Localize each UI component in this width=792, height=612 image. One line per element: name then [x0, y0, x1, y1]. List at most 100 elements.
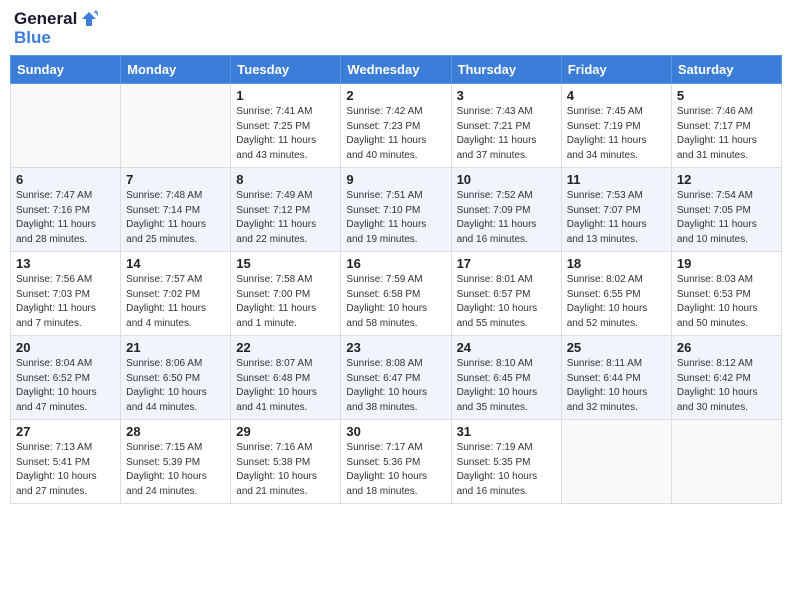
calendar-cell: 27 Sunrise: 7:13 AM Sunset: 5:41 PM Dayli… — [11, 420, 121, 504]
weekday-header-sunday: Sunday — [11, 56, 121, 84]
day-number: 12 — [677, 172, 776, 187]
calendar-cell: 3Sunrise: 7:43 AM Sunset: 7:21 PM Daylig… — [451, 84, 561, 168]
calendar-cell: 2 Sunrise: 7:42 AM Sunset: 7:23 PM Daylig… — [341, 84, 451, 168]
day-number: 10 — [457, 172, 556, 187]
calendar-cell: 22 Sunrise: 8:07 AM Sunset: 6:48 PM Dayli… — [231, 336, 341, 420]
calendar-cell: 19 Sunrise: 8:03 AM Sunset: 6:53 PM Dayli… — [671, 252, 781, 336]
calendar-cell: 9 Sunrise: 7:51 AM Sunset: 7:10 PM Daylig… — [341, 168, 451, 252]
logo-wordmark: General Blue — [14, 10, 98, 47]
day-number: 1 — [236, 88, 335, 103]
calendar-cell: 7 Sunrise: 7:48 AM Sunset: 7:14 PM Daylig… — [121, 168, 231, 252]
calendar-cell: 30 Sunrise: 7:17 AM Sunset: 5:36 PM Dayli… — [341, 420, 451, 504]
day-info: Sunrise: 7:51 AM Sunset: 7:10 PM Dayligh… — [346, 189, 445, 247]
day-info: Sunrise: 8:10 AM Sunset: 6:45 PM Dayligh… — [457, 357, 556, 415]
day-number: 15 — [236, 256, 335, 271]
day-info: Sunrise: 7:16 AM Sunset: 5:38 PM Dayligh… — [236, 441, 335, 499]
calendar-cell — [561, 420, 671, 504]
calendar-cell: 13 Sunrise: 7:56 AM Sunset: 7:03 PM Dayli… — [11, 252, 121, 336]
day-number: 6 — [16, 172, 115, 187]
calendar-week-row: 6 Sunrise: 7:47 AM Sunset: 7:16 PM Daylig… — [11, 168, 782, 252]
calendar-cell — [121, 84, 231, 168]
calendar-cell: 1Sunrise: 7:41 AM Sunset: 7:25 PM Daylig… — [231, 84, 341, 168]
day-number: 30 — [346, 424, 445, 439]
calendar-cell: 12 Sunrise: 7:54 AM Sunset: 7:05 PM Dayli… — [671, 168, 781, 252]
day-info: Sunrise: 7:19 AM Sunset: 5:35 PM Dayligh… — [457, 441, 556, 499]
calendar-cell: 8 Sunrise: 7:49 AM Sunset: 7:12 PM Daylig… — [231, 168, 341, 252]
calendar-cell: 14 Sunrise: 7:57 AM Sunset: 7:02 PM Dayli… — [121, 252, 231, 336]
day-info: Sunrise: 7:48 AM Sunset: 7:14 PM Dayligh… — [126, 189, 225, 247]
logo: General Blue — [14, 10, 98, 47]
calendar-cell: 25Sunrise: 8:11 AM Sunset: 6:44 PM Dayli… — [561, 336, 671, 420]
day-info: Sunrise: 7:56 AM Sunset: 7:03 PM Dayligh… — [16, 273, 115, 331]
weekday-header-saturday: Saturday — [671, 56, 781, 84]
day-info: Sunrise: 7:13 AM Sunset: 5:41 PM Dayligh… — [16, 441, 115, 499]
day-info: Sunrise: 7:57 AM Sunset: 7:02 PM Dayligh… — [126, 273, 225, 331]
logo-blue: Blue — [14, 29, 98, 48]
day-number: 9 — [346, 172, 445, 187]
calendar-week-row: 27 Sunrise: 7:13 AM Sunset: 5:41 PM Dayli… — [11, 420, 782, 504]
day-number: 11 — [567, 172, 666, 187]
day-number: 5 — [677, 88, 776, 103]
day-number: 18 — [567, 256, 666, 271]
day-info: Sunrise: 7:58 AM Sunset: 7:00 PM Dayligh… — [236, 273, 335, 331]
calendar-week-row: 20 Sunrise: 8:04 AM Sunset: 6:52 PM Dayli… — [11, 336, 782, 420]
day-info: Sunrise: 7:15 AM Sunset: 5:39 PM Dayligh… — [126, 441, 225, 499]
calendar-cell: 17Sunrise: 8:01 AM Sunset: 6:57 PM Dayli… — [451, 252, 561, 336]
weekday-header-friday: Friday — [561, 56, 671, 84]
day-info: Sunrise: 7:49 AM Sunset: 7:12 PM Dayligh… — [236, 189, 335, 247]
day-info: Sunrise: 7:47 AM Sunset: 7:16 PM Dayligh… — [16, 189, 115, 247]
day-number: 19 — [677, 256, 776, 271]
day-number: 16 — [346, 256, 445, 271]
calendar-cell — [671, 420, 781, 504]
calendar-cell: 29 Sunrise: 7:16 AM Sunset: 5:38 PM Dayli… — [231, 420, 341, 504]
calendar-cell: 31Sunrise: 7:19 AM Sunset: 5:35 PM Dayli… — [451, 420, 561, 504]
day-number: 21 — [126, 340, 225, 355]
day-info: Sunrise: 7:43 AM Sunset: 7:21 PM Dayligh… — [457, 105, 556, 163]
day-info: Sunrise: 8:07 AM Sunset: 6:48 PM Dayligh… — [236, 357, 335, 415]
calendar-cell: 10 Sunrise: 7:52 AM Sunset: 7:09 PM Dayli… — [451, 168, 561, 252]
weekday-header-wednesday: Wednesday — [341, 56, 451, 84]
calendar-week-row: 1Sunrise: 7:41 AM Sunset: 7:25 PM Daylig… — [11, 84, 782, 168]
day-info: Sunrise: 8:11 AM Sunset: 6:44 PM Dayligh… — [567, 357, 666, 415]
day-info: Sunrise: 7:46 AM Sunset: 7:17 PM Dayligh… — [677, 105, 776, 163]
day-number: 13 — [16, 256, 115, 271]
day-info: Sunrise: 8:04 AM Sunset: 6:52 PM Dayligh… — [16, 357, 115, 415]
day-number: 7 — [126, 172, 225, 187]
day-info: Sunrise: 7:17 AM Sunset: 5:36 PM Dayligh… — [346, 441, 445, 499]
day-number: 26 — [677, 340, 776, 355]
day-number: 17 — [457, 256, 556, 271]
day-number: 8 — [236, 172, 335, 187]
calendar-cell: 26 Sunrise: 8:12 AM Sunset: 6:42 PM Dayli… — [671, 336, 781, 420]
logo-general: General — [14, 10, 77, 29]
day-info: Sunrise: 8:06 AM Sunset: 6:50 PM Dayligh… — [126, 357, 225, 415]
day-number: 14 — [126, 256, 225, 271]
calendar-cell: 15 Sunrise: 7:58 AM Sunset: 7:00 PM Dayli… — [231, 252, 341, 336]
day-info: Sunrise: 7:42 AM Sunset: 7:23 PM Dayligh… — [346, 105, 445, 163]
day-number: 22 — [236, 340, 335, 355]
day-info: Sunrise: 7:54 AM Sunset: 7:05 PM Dayligh… — [677, 189, 776, 247]
day-number: 24 — [457, 340, 556, 355]
day-info: Sunrise: 8:03 AM Sunset: 6:53 PM Dayligh… — [677, 273, 776, 331]
calendar-cell: 24 Sunrise: 8:10 AM Sunset: 6:45 PM Dayli… — [451, 336, 561, 420]
day-number: 2 — [346, 88, 445, 103]
weekday-header-thursday: Thursday — [451, 56, 561, 84]
day-info: Sunrise: 7:53 AM Sunset: 7:07 PM Dayligh… — [567, 189, 666, 247]
calendar-cell: 23Sunrise: 8:08 AM Sunset: 6:47 PM Dayli… — [341, 336, 451, 420]
calendar-cell: 28Sunrise: 7:15 AM Sunset: 5:39 PM Dayli… — [121, 420, 231, 504]
day-info: Sunrise: 7:59 AM Sunset: 6:58 PM Dayligh… — [346, 273, 445, 331]
day-info: Sunrise: 8:08 AM Sunset: 6:47 PM Dayligh… — [346, 357, 445, 415]
day-info: Sunrise: 7:45 AM Sunset: 7:19 PM Dayligh… — [567, 105, 666, 163]
calendar-cell: 6 Sunrise: 7:47 AM Sunset: 7:16 PM Daylig… — [11, 168, 121, 252]
day-number: 4 — [567, 88, 666, 103]
logo-bird-icon — [80, 10, 98, 28]
calendar-cell: 18Sunrise: 8:02 AM Sunset: 6:55 PM Dayli… — [561, 252, 671, 336]
day-number: 27 — [16, 424, 115, 439]
day-number: 29 — [236, 424, 335, 439]
day-info: Sunrise: 7:52 AM Sunset: 7:09 PM Dayligh… — [457, 189, 556, 247]
day-number: 20 — [16, 340, 115, 355]
calendar-cell — [11, 84, 121, 168]
calendar-week-row: 13 Sunrise: 7:56 AM Sunset: 7:03 PM Dayli… — [11, 252, 782, 336]
day-info: Sunrise: 8:12 AM Sunset: 6:42 PM Dayligh… — [677, 357, 776, 415]
calendar-cell: 16 Sunrise: 7:59 AM Sunset: 6:58 PM Dayli… — [341, 252, 451, 336]
calendar-cell: 20 Sunrise: 8:04 AM Sunset: 6:52 PM Dayli… — [11, 336, 121, 420]
